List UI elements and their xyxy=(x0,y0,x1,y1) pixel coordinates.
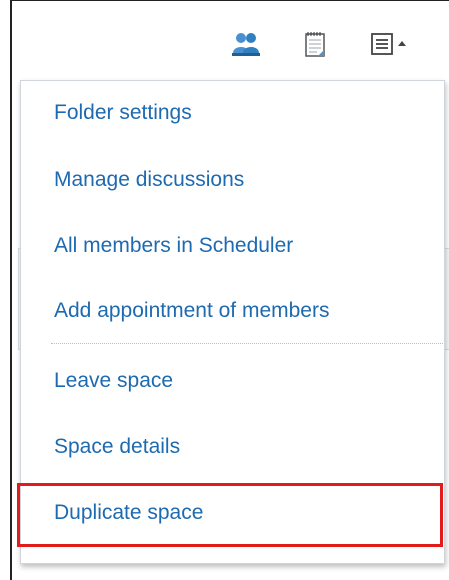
menu-item-add-appointment-of-members[interactable]: Add appointment of members xyxy=(54,291,329,331)
memo-icon[interactable] xyxy=(300,28,330,60)
page: Folder settings Manage discussions All m… xyxy=(0,0,449,580)
menu-item-manage-discussions[interactable]: Manage discussions xyxy=(54,160,244,200)
menu-item-space-details[interactable]: Space details xyxy=(54,427,180,467)
frame-border-left xyxy=(10,0,12,580)
frame-border-top xyxy=(10,0,449,1)
menu-item-folder-settings[interactable]: Folder settings xyxy=(54,93,192,133)
highlight-box xyxy=(17,483,443,547)
members-icon[interactable] xyxy=(226,28,266,60)
menu-item-all-members-in-scheduler[interactable]: All members in Scheduler xyxy=(54,226,293,266)
menu-divider xyxy=(51,343,443,344)
menu-item-leave-space[interactable]: Leave space xyxy=(54,361,173,401)
menu-icon[interactable] xyxy=(366,28,422,60)
